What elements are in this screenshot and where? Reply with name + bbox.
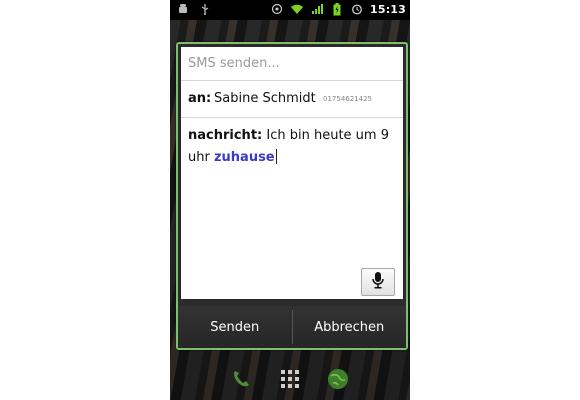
home-dock (170, 358, 410, 400)
voice-input-button[interactable] (361, 268, 395, 296)
app-drawer-icon[interactable] (277, 366, 303, 392)
send-button[interactable]: Senden (178, 306, 292, 348)
cancel-button[interactable]: Abbrechen (292, 306, 406, 348)
recipient-field[interactable]: an: Sabine Schmidt 01754621425 (181, 81, 403, 118)
alarm-icon (350, 2, 364, 16)
sms-dialog: SMS senden... an: Sabine Schmidt 0175462… (176, 42, 408, 350)
message-label: nachricht: (188, 128, 263, 143)
dialog-title: SMS senden... (188, 56, 280, 71)
recipient-number: 01754621425 (323, 95, 372, 103)
status-clock: 15:13 (369, 2, 406, 16)
battery-icon (330, 2, 344, 16)
dialog-content: SMS senden... an: Sabine Schmidt 0175462… (181, 47, 403, 299)
sync-icon (270, 2, 284, 16)
signal-icon (310, 2, 324, 16)
message-highlight-word: zuhause (213, 150, 275, 165)
dialog-title-field[interactable]: SMS senden... (181, 47, 403, 81)
text-cursor (275, 149, 277, 164)
phone-icon[interactable] (228, 366, 254, 392)
usb-icon (198, 2, 212, 16)
microphone-icon (371, 271, 385, 293)
recipient-name: Sabine Schmidt (214, 91, 316, 106)
browser-globe-icon[interactable] (325, 366, 351, 392)
phone-screen: 15:13 SMS senden... an: Sabine Schmidt 0… (170, 0, 410, 400)
dialog-button-bar: Senden Abbrechen (178, 306, 406, 348)
recipient-label: an: (188, 91, 212, 106)
android-debug-icon (176, 2, 190, 16)
message-field[interactable]: nachricht: Ich bin heute um 9 uhr zuhaus… (188, 125, 396, 169)
status-bar: 15:13 (170, 0, 410, 20)
wifi-icon (290, 2, 304, 16)
